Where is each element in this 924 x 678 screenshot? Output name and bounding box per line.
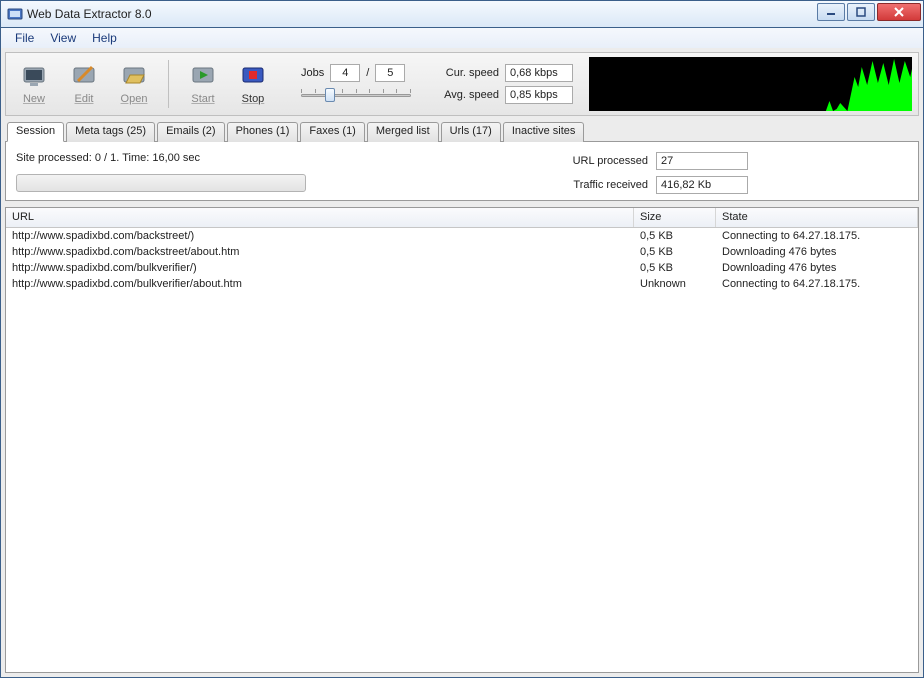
url-table: URL Size State http://www.spadixbd.com/b… [5,207,919,673]
minimize-button[interactable] [817,3,845,21]
cell-size: 0,5 KB [634,262,716,274]
window-title: Web Data Extractor 8.0 [27,7,152,21]
table-row[interactable]: http://www.spadixbd.com/bulkverifier/)0,… [6,260,918,276]
col-header-state[interactable]: State [716,208,918,227]
menu-view[interactable]: View [42,29,84,47]
tab-emails[interactable]: Emails (2) [157,122,225,142]
open-button[interactable]: Open [112,57,156,111]
table-body: http://www.spadixbd.com/backstreet/)0,5 … [6,228,918,292]
jobs-total: 5 [375,64,405,82]
toolbar-label: Stop [242,93,265,105]
toolbar-label: Edit [75,93,94,105]
toolbar: New Edit Open Start Stop Jobs 4 / 5 [5,52,919,116]
edit-button[interactable]: Edit [62,57,106,111]
traffic-received-label: Traffic received [558,179,648,191]
tab-meta-tags[interactable]: Meta tags (25) [66,122,155,142]
menu-bar: File View Help [0,28,924,48]
window-buttons [817,1,923,27]
col-header-url[interactable]: URL [6,208,634,227]
cell-size: 0,5 KB [634,230,716,242]
close-button[interactable] [877,3,921,21]
url-processed-value: 27 [656,152,748,170]
cell-state: Downloading 476 bytes [716,262,918,274]
tab-faxes[interactable]: Faxes (1) [300,122,364,142]
stop-button[interactable]: Stop [231,57,275,111]
pencil-icon [70,63,98,91]
traffic-received-value: 416,82 Kb [656,176,748,194]
cell-url: http://www.spadixbd.com/bulkverifier/abo… [6,278,634,290]
table-header: URL Size State [6,208,918,228]
cell-url: http://www.spadixbd.com/bulkverifier/) [6,262,634,274]
start-button[interactable]: Start [181,57,225,111]
session-panel: Site processed: 0 / 1. Time: 16,00 sec U… [5,142,919,201]
table-row[interactable]: http://www.spadixbd.com/bulkverifier/abo… [6,276,918,292]
table-row[interactable]: http://www.spadixbd.com/backstreet/about… [6,244,918,260]
tab-phones[interactable]: Phones (1) [227,122,299,142]
new-button[interactable]: New [12,57,56,111]
jobs-block: Jobs 4 / 5 [301,64,411,104]
jobs-sep: / [366,67,369,79]
cell-state: Connecting to 64.27.18.175. [716,230,918,242]
cell-size: 0,5 KB [634,246,716,258]
tab-merged-list[interactable]: Merged list [367,122,439,142]
jobs-slider[interactable] [301,86,411,104]
tab-strip: Session Meta tags (25) Emails (2) Phones… [5,120,919,142]
stop-icon [239,63,267,91]
window-body: New Edit Open Start Stop Jobs 4 / 5 [0,48,924,678]
toolbar-label: New [23,93,45,105]
activity-graph [589,57,912,111]
cell-size: Unknown [634,278,716,290]
toolbar-label: Open [121,93,148,105]
menu-help[interactable]: Help [84,29,125,47]
cur-speed-label: Cur. speed [437,67,499,79]
avg-speed-label: Avg. speed [437,89,499,101]
site-processed-text: Site processed: 0 / 1. Time: 16,00 sec [16,152,306,164]
title-bar: Web Data Extractor 8.0 [0,0,924,28]
speed-block: Cur. speed 0,68 kbps Avg. speed 0,85 kbp… [437,64,573,104]
avg-speed-value: 0,85 kbps [505,86,573,104]
maximize-button[interactable] [847,3,875,21]
url-processed-label: URL processed [558,155,648,167]
tab-session[interactable]: Session [7,122,64,142]
progress-bar [16,174,306,192]
jobs-current: 4 [330,64,360,82]
cell-url: http://www.spadixbd.com/backstreet/about… [6,246,634,258]
cell-state: Downloading 476 bytes [716,246,918,258]
monitor-icon [20,63,48,91]
folder-icon [120,63,148,91]
col-header-size[interactable]: Size [634,208,716,227]
cell-state: Connecting to 64.27.18.175. [716,278,918,290]
app-icon [7,6,23,22]
menu-file[interactable]: File [7,29,42,47]
toolbar-divider [168,60,169,108]
cur-speed-value: 0,68 kbps [505,64,573,82]
cell-url: http://www.spadixbd.com/backstreet/) [6,230,634,242]
table-row[interactable]: http://www.spadixbd.com/backstreet/)0,5 … [6,228,918,244]
slider-thumb[interactable] [325,88,335,102]
tab-urls[interactable]: Urls (17) [441,122,501,142]
jobs-label: Jobs [301,67,324,79]
play-icon [189,63,217,91]
tab-inactive-sites[interactable]: Inactive sites [503,122,585,142]
toolbar-label: Start [191,93,214,105]
